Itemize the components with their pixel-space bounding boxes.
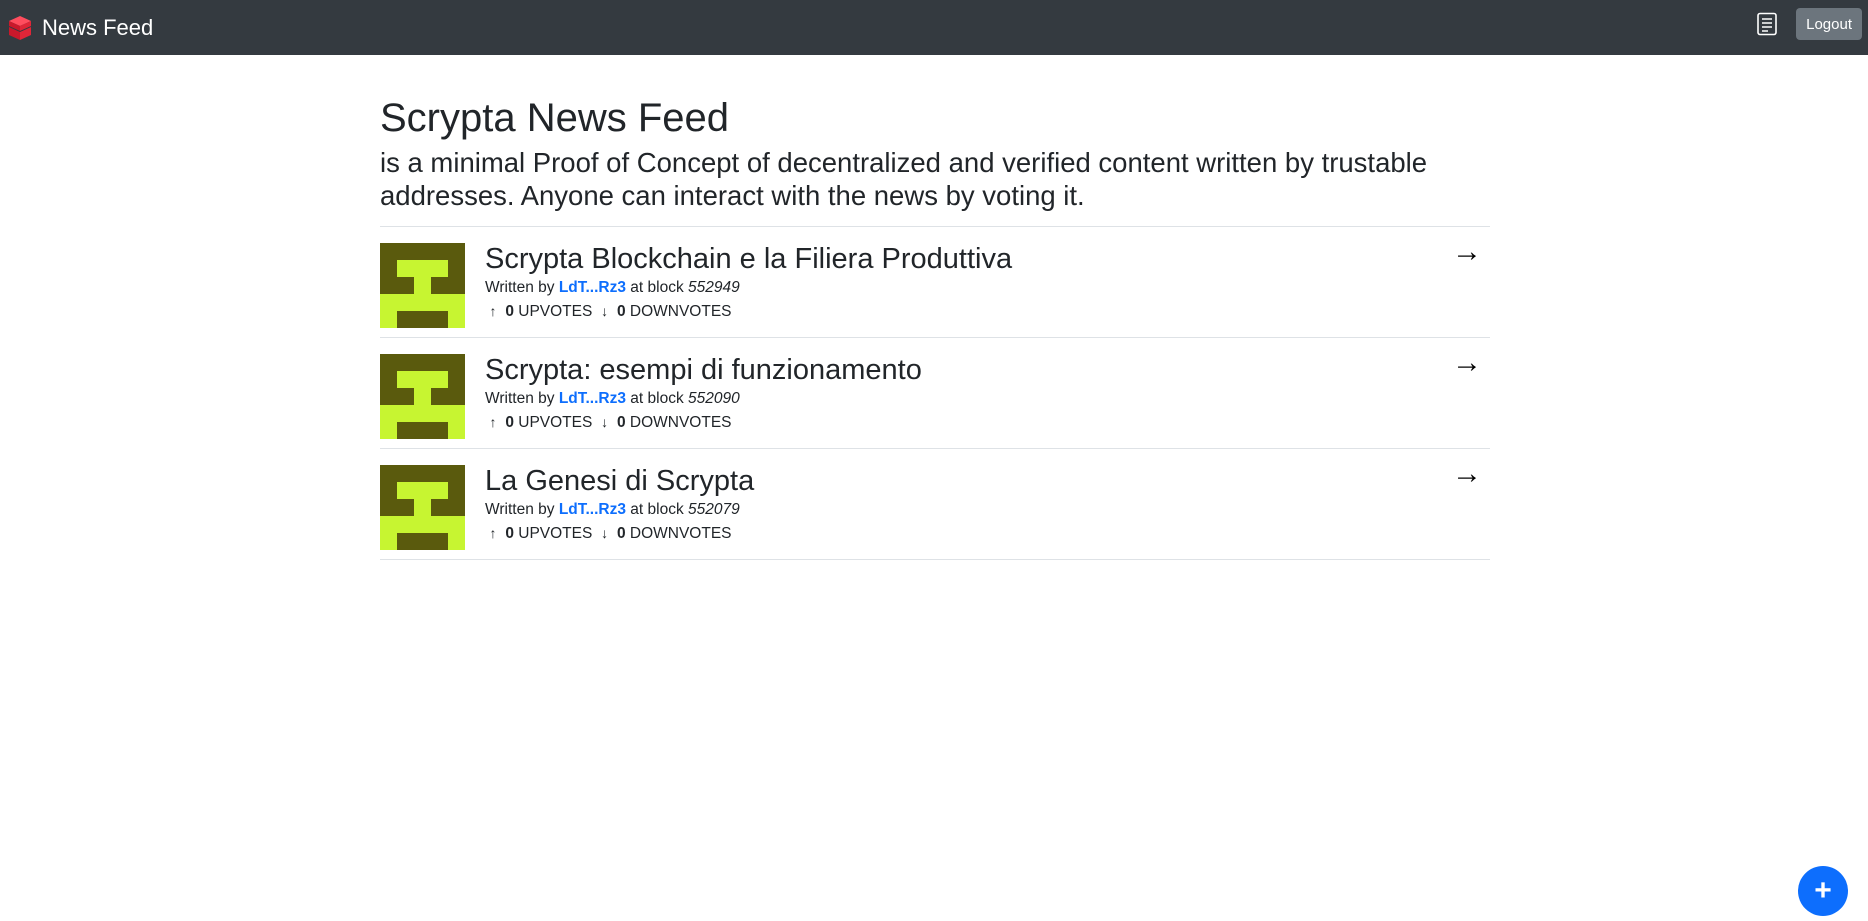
news-item[interactable]: Scrypta: esempi di funzionamento Written… [380, 338, 1490, 449]
news-body: Scrypta: esempi di funzionamento Written… [485, 352, 922, 435]
news-body: Scrypta Blockchain e la Filiera Produtti… [485, 241, 1012, 324]
news-title[interactable]: Scrypta Blockchain e la Filiera Produtti… [485, 241, 1012, 277]
brand-name: News Feed [42, 14, 154, 40]
upvote-arrow-icon[interactable]: ↑ [485, 521, 501, 545]
block-number: 552079 [688, 501, 740, 518]
downvotes-label: DOWNVOTES [629, 303, 732, 320]
block-number: 552949 [688, 279, 740, 296]
page-title: Scrypta News Feed [380, 96, 730, 140]
arrow-right-icon[interactable]: → [1452, 348, 1482, 378]
written-by-label: Written by [485, 390, 555, 407]
author-avatar [380, 465, 465, 550]
upvotes-label: UPVOTES [518, 414, 593, 431]
author-link[interactable]: LdT...Rz3 [559, 390, 626, 407]
page-description: is a minimal Proof of Concept of decentr… [380, 146, 1490, 227]
written-by-label: Written by [485, 501, 555, 518]
news-body: La Genesi di Scrypta Written by LdT...Rz… [485, 463, 754, 546]
upvotes-label: UPVOTES [518, 525, 593, 542]
author-avatar [380, 243, 465, 328]
news-meta: Written by LdT...Rz3 at block 552090 [485, 388, 922, 410]
news-title[interactable]: La Genesi di Scrypta [485, 463, 754, 499]
arrow-right-icon[interactable]: → [1452, 237, 1482, 267]
written-by-label: Written by [485, 279, 555, 296]
upvote-count: 0 [505, 525, 514, 542]
arrow-right-icon[interactable]: → [1452, 459, 1482, 489]
downvote-arrow-icon[interactable]: ↓ [597, 410, 613, 434]
news-list: Scrypta Blockchain e la Filiera Produtti… [380, 227, 1490, 560]
at-block-label: at block [630, 279, 684, 296]
at-block-label: at block [630, 501, 684, 518]
logout-button[interactable]: Logout [1796, 8, 1862, 40]
downvotes-label: DOWNVOTES [629, 414, 732, 431]
vote-bar: ↑ 0 UPVOTES ↓ 0 DOWNVOTES [485, 521, 754, 546]
upvote-arrow-icon[interactable]: ↑ [485, 410, 501, 434]
downvote-count: 0 [616, 414, 626, 431]
main-content: Scrypta News Feed is a minimal Proof of … [380, 90, 1490, 560]
downvote-count: 0 [616, 303, 626, 320]
top-navbar: News Feed Logout [0, 0, 1868, 55]
add-news-button[interactable]: + [1798, 866, 1848, 916]
vote-bar: ↑ 0 UPVOTES ↓ 0 DOWNVOTES [485, 410, 922, 435]
downvotes-label: DOWNVOTES [629, 525, 732, 542]
navbar-actions: Logout [1756, 8, 1862, 40]
downvote-arrow-icon[interactable]: ↓ [597, 299, 613, 323]
news-item[interactable]: Scrypta Blockchain e la Filiera Produtti… [380, 227, 1490, 338]
news-title[interactable]: Scrypta: esempi di funzionamento [485, 352, 922, 388]
news-item[interactable]: La Genesi di Scrypta Written by LdT...Rz… [380, 449, 1490, 560]
brand-link[interactable]: News Feed [6, 14, 153, 42]
vote-bar: ↑ 0 UPVOTES ↓ 0 DOWNVOTES [485, 299, 1012, 324]
author-avatar [380, 354, 465, 439]
author-link[interactable]: LdT...Rz3 [559, 279, 626, 296]
upvote-count: 0 [505, 303, 514, 320]
news-meta: Written by LdT...Rz3 at block 552949 [485, 277, 1012, 299]
upvote-count: 0 [505, 414, 514, 431]
upvotes-label: UPVOTES [518, 303, 593, 320]
at-block-label: at block [630, 390, 684, 407]
author-link[interactable]: LdT...Rz3 [559, 501, 626, 518]
downvote-count: 0 [616, 525, 626, 542]
news-meta: Written by LdT...Rz3 at block 552079 [485, 499, 754, 521]
block-number: 552090 [688, 390, 740, 407]
downvote-arrow-icon[interactable]: ↓ [597, 521, 613, 545]
upvote-arrow-icon[interactable]: ↑ [485, 299, 501, 323]
document-icon[interactable] [1756, 12, 1778, 36]
cube-stack-icon [9, 15, 31, 40]
